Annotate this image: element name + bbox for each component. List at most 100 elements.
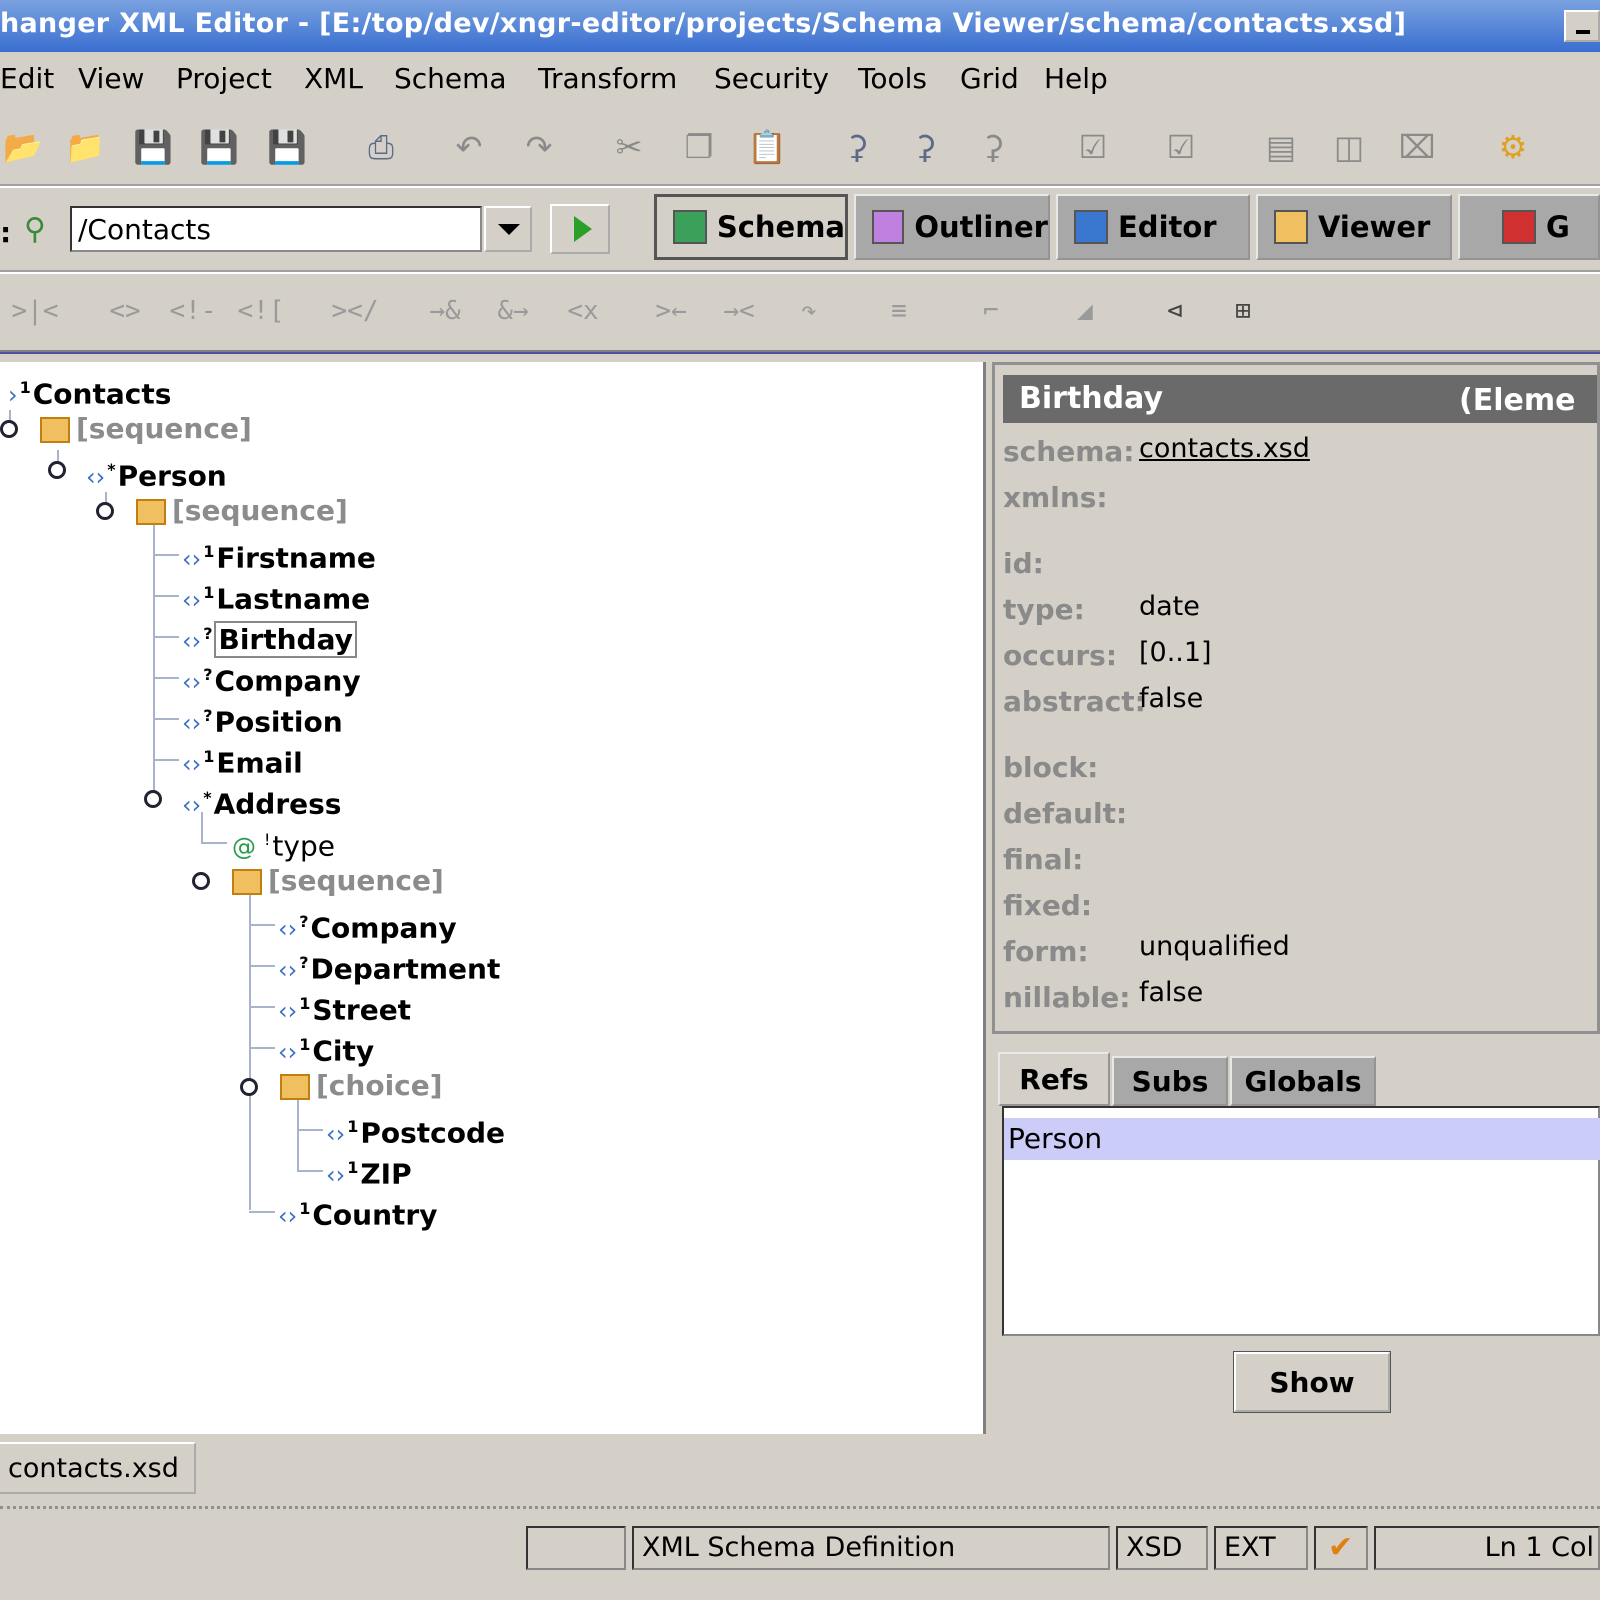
- cut-icon[interactable]: ✂: [606, 124, 652, 170]
- expand-toggle-choice[interactable]: [240, 1078, 258, 1096]
- expand-toggle-person[interactable]: [48, 461, 66, 479]
- menu-tools[interactable]: Tools: [858, 62, 927, 95]
- tab-schema[interactable]: Schema: [654, 194, 848, 260]
- tree-node-zip[interactable]: ‹› 1ZIP: [326, 1150, 412, 1190]
- xpath-input[interactable]: [70, 206, 482, 252]
- tree-node-attribute-type[interactable]: @ !type: [232, 822, 335, 862]
- menu-grid[interactable]: Grid: [960, 62, 1019, 95]
- go-button[interactable]: [550, 204, 610, 254]
- comment-icon[interactable]: <!-: [168, 288, 218, 334]
- tree-node-email[interactable]: ‹› 1Email: [182, 739, 303, 779]
- wrap-icon[interactable]: ↷: [784, 288, 834, 334]
- save-as-icon[interactable]: 💾: [196, 124, 242, 170]
- menu-help[interactable]: Help: [1044, 62, 1108, 95]
- settings-icon[interactable]: ⚙: [1490, 124, 1536, 170]
- menu-schema[interactable]: Schema: [394, 62, 507, 95]
- occurrence-marker: 1: [203, 583, 215, 602]
- menu-xml[interactable]: XML: [304, 62, 363, 95]
- entity-ref-icon[interactable]: &→: [488, 288, 538, 334]
- tree-node-address[interactable]: ‹› *Address: [182, 780, 341, 820]
- expand-all-icon[interactable]: ⊞: [1218, 288, 1268, 334]
- undo-icon[interactable]: ↶: [446, 124, 492, 170]
- tree-node-birthday[interactable]: ‹›? Birthday: [182, 616, 357, 659]
- expand-toggle-sequence[interactable]: [192, 872, 210, 890]
- move-in-icon[interactable]: >←: [646, 288, 696, 334]
- remove-tag-icon[interactable]: ></: [330, 288, 380, 334]
- tree-node-lastname[interactable]: ‹› 1Lastname: [182, 575, 370, 615]
- menu-view[interactable]: View: [78, 62, 144, 95]
- tab-viewer[interactable]: Viewer: [1256, 194, 1452, 260]
- tab-globals[interactable]: Globals: [1230, 1056, 1376, 1106]
- tree-node-contacts[interactable]: › 1Contacts: [8, 370, 171, 410]
- collapse-all-icon[interactable]: ⊲: [1150, 288, 1200, 334]
- open-remote-icon[interactable]: 📁: [62, 124, 108, 170]
- entity-icon[interactable]: →&: [420, 288, 470, 334]
- list-item[interactable]: Person: [1004, 1118, 1600, 1160]
- tree-node-firstname[interactable]: ‹› 1Firstname: [182, 534, 376, 574]
- pin-icon[interactable]: ⚲: [24, 212, 46, 247]
- tree-node-sequence[interactable]: [sequence]: [40, 411, 252, 447]
- expand-toggle-sequence[interactable]: [96, 502, 114, 520]
- tab-editor[interactable]: Editor: [1056, 194, 1250, 260]
- print-icon[interactable]: ⎙: [358, 124, 404, 170]
- cdata-icon[interactable]: <![: [236, 288, 286, 334]
- schema-link[interactable]: contacts.xsd: [1139, 433, 1310, 464]
- tree-node-sequence[interactable]: [sequence]: [136, 493, 348, 529]
- menu-project[interactable]: Project: [176, 62, 272, 95]
- occurrence-marker: 1: [19, 378, 31, 397]
- tab-grid[interactable]: G: [1458, 194, 1600, 260]
- pen-icon[interactable]: ◢: [1060, 288, 1110, 334]
- splitter-grip[interactable]: [0, 1506, 1600, 1509]
- tab-subs[interactable]: Subs: [1112, 1056, 1228, 1106]
- xpath-dropdown-button[interactable]: [484, 206, 532, 252]
- document-tab-contacts[interactable]: contacts.xsd: [0, 1442, 196, 1494]
- save-icon[interactable]: 💾: [130, 124, 176, 170]
- menu-security[interactable]: Security: [714, 62, 829, 95]
- save-all-icon[interactable]: 💾: [264, 124, 310, 170]
- tab-outliner[interactable]: Outliner: [854, 194, 1050, 260]
- tree-node-position[interactable]: ‹› ?Position: [182, 698, 343, 738]
- paste-icon[interactable]: 📋: [744, 124, 790, 170]
- show-button[interactable]: Show: [1233, 1351, 1391, 1413]
- menu-transform[interactable]: Transform: [538, 62, 677, 95]
- remove-entity-icon[interactable]: <x: [558, 288, 608, 334]
- tree-node-label: Email: [216, 746, 303, 780]
- tree-node-street[interactable]: ‹› 1Street: [278, 986, 411, 1026]
- title-bar: hanger XML Editor - [E:/top/dev/xngr-edi…: [0, 0, 1600, 52]
- replace-icon[interactable]: ⚳: [970, 124, 1016, 170]
- menu-edit[interactable]: Edit: [0, 62, 54, 95]
- split-vertical-icon[interactable]: ◫: [1326, 124, 1372, 170]
- move-out-icon[interactable]: →<: [714, 288, 764, 334]
- occurrence-marker: !: [264, 830, 271, 849]
- redo-icon[interactable]: ↷: [516, 124, 562, 170]
- collapse-icon[interactable]: >|<: [10, 288, 60, 334]
- tree-line: [153, 759, 179, 761]
- occurrence-marker: ?: [299, 912, 309, 931]
- minimize-button[interactable]: [1564, 10, 1600, 42]
- copy-icon[interactable]: ❐: [676, 124, 722, 170]
- refs-list[interactable]: Person: [1002, 1106, 1600, 1336]
- lock-icon[interactable]: ⌐: [966, 288, 1016, 334]
- tree-node-company[interactable]: ‹› ?Company: [182, 657, 361, 697]
- tag-icon[interactable]: <>: [100, 288, 150, 334]
- tree-node-company[interactable]: ‹› ?Company: [278, 904, 457, 944]
- tree-node-sequence[interactable]: [sequence]: [232, 863, 444, 899]
- tree-node-postcode[interactable]: ‹› 1Postcode: [326, 1109, 505, 1149]
- tree-node-country[interactable]: ‹› 1Country: [278, 1191, 437, 1231]
- tree-node-department[interactable]: ‹› ?Department: [278, 945, 500, 985]
- schema-view-icon: [673, 210, 707, 244]
- tree-node-choice[interactable]: [choice]: [280, 1068, 443, 1104]
- format-icon[interactable]: ≡: [874, 288, 924, 334]
- expand-toggle-sequence[interactable]: [0, 420, 18, 438]
- validate-icon[interactable]: ☑: [1070, 124, 1116, 170]
- expand-toggle-address[interactable]: [144, 790, 162, 808]
- open-folder-icon[interactable]: 📂: [0, 124, 46, 170]
- tab-refs[interactable]: Refs: [998, 1052, 1110, 1106]
- find-next-icon[interactable]: ⚳: [902, 124, 948, 170]
- split-horizontal-icon[interactable]: ▤: [1258, 124, 1304, 170]
- tree-node-city[interactable]: ‹› 1City: [278, 1027, 374, 1067]
- tree-node-person[interactable]: ‹› *Person: [86, 452, 227, 492]
- unsplit-icon[interactable]: ⌧: [1394, 124, 1440, 170]
- find-icon[interactable]: ⚳: [834, 124, 880, 170]
- check-wellformed-icon[interactable]: ☑: [1158, 124, 1204, 170]
